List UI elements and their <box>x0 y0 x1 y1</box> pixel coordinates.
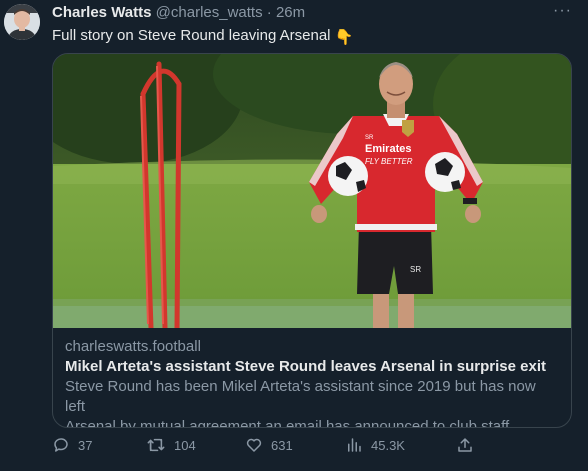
retweet-icon <box>147 438 165 452</box>
more-options-icon[interactable]: ··· <box>553 2 572 20</box>
heart-icon <box>246 438 262 452</box>
like-button[interactable]: 631 <box>245 436 293 454</box>
reply-icon <box>54 438 68 452</box>
shorts-initials: SR <box>410 265 421 274</box>
author-name[interactable]: Charles Watts <box>52 4 151 21</box>
author-handle[interactable]: @charles_watts <box>156 4 263 21</box>
retweet-button[interactable]: 104 <box>146 436 196 454</box>
tweet-time[interactable]: 26m <box>276 4 305 21</box>
analytics-icon <box>348 438 361 452</box>
views-button[interactable]: 45.3K <box>345 436 405 454</box>
tweet-text: Full story on Steve Round leaving Arsena… <box>52 27 353 47</box>
shirt-sponsor: Emirates <box>365 143 411 155</box>
like-count: 631 <box>271 437 293 453</box>
tweet-actions: 37 104 631 45.3K <box>52 436 572 458</box>
card-image[interactable]: SR Emirates FLY BETTER SR <box>53 54 572 328</box>
card-description-line-2: Arsenal by mutual agreement an email has… <box>65 418 510 428</box>
shirt-initials: SR <box>365 135 374 141</box>
link-card[interactable]: SR Emirates FLY BETTER SR charleswatts.f… <box>52 53 572 428</box>
share-icon <box>458 438 472 452</box>
card-title[interactable]: Mikel Arteta's assistant Steve Round lea… <box>65 357 559 376</box>
avatar-image <box>4 4 40 40</box>
pointing-down-emoji: 👇 <box>334 29 354 46</box>
card-description-line-1: Steve Round has been Mikel Arteta's assi… <box>65 378 536 415</box>
reply-button[interactable]: 37 <box>52 436 92 454</box>
reply-count: 37 <box>78 437 93 453</box>
tweet-header: Charles Watts @charles_watts · 26m <box>52 5 305 21</box>
tweet-text-content: Full story on Steve Round leaving Arsena… <box>52 27 331 44</box>
time-separator: · <box>266 4 272 21</box>
card-description: Steve Round has been Mikel Arteta's assi… <box>65 377 559 428</box>
author-avatar[interactable] <box>4 4 40 40</box>
shirt-sponsor-tagline: FLY BETTER <box>365 157 413 166</box>
card-domain[interactable]: charleswatts.football <box>65 338 559 356</box>
share-button[interactable] <box>456 436 482 454</box>
retweet-count: 104 <box>174 437 196 453</box>
card-text[interactable]: charleswatts.football Mikel Arteta's ass… <box>53 328 571 428</box>
view-count: 45.3K <box>371 437 405 453</box>
